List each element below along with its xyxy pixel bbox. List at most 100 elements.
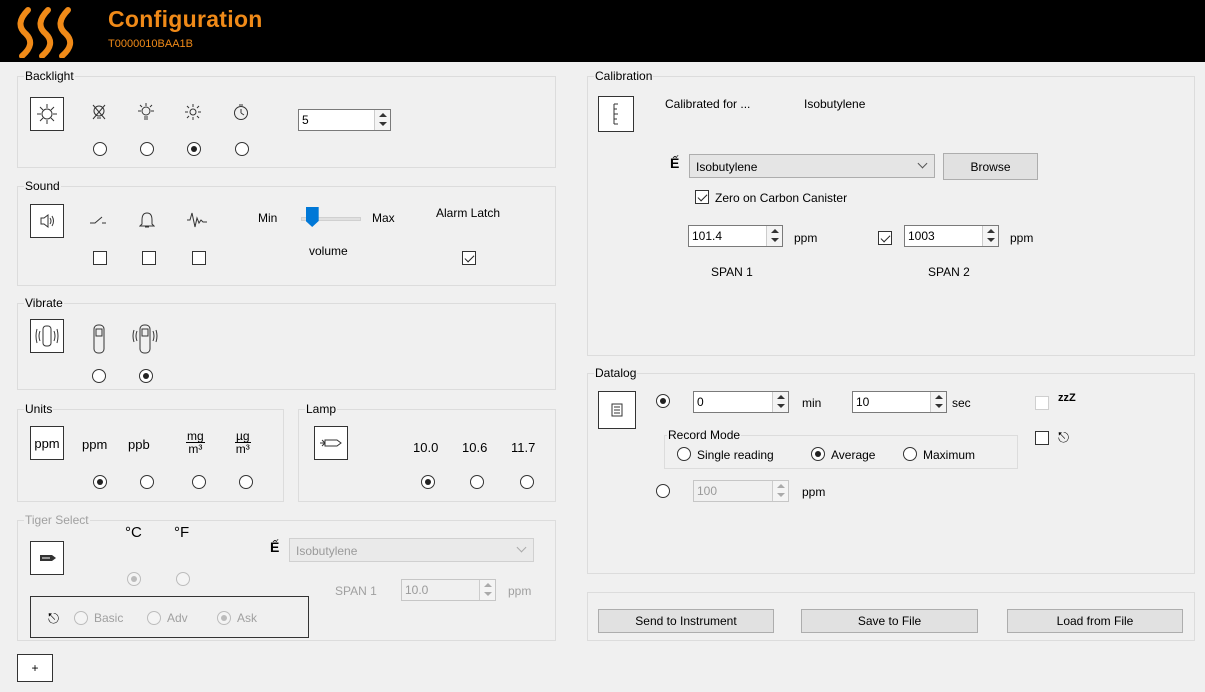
tiger-gas-combo[interactable]: Isobutylene [289,538,534,562]
backlight-button[interactable] [30,97,64,131]
datalog-interval-radio[interactable] [656,394,670,408]
save-to-file-button[interactable]: Save to File [801,609,978,633]
datalog-min-value: 0 [697,395,704,409]
info-icon: ⎋ [1058,429,1070,445]
datalog-threshold-radio[interactable] [656,484,670,498]
span1-value: 101.4 [692,229,723,243]
serial-number: T0000010BAA1B [108,38,194,50]
datalog-min-unit: min [802,396,822,410]
backlight-label: Backlight [24,69,75,83]
header-bar: Configuration T0000010BAA1B [0,0,1205,62]
datalog-sec-stepper[interactable]: 10 [852,391,947,413]
mode-adv-label: Adv [167,611,188,625]
datalog-min-stepper[interactable]: 0 [693,391,789,413]
datalog-sec-unit: sec [952,396,971,410]
sound-checkbox-bell[interactable] [142,251,156,265]
units-group: Units ppm ppm ppb mg m³ µg m³ [17,402,284,502]
volume-slider-thumb[interactable] [305,207,319,227]
record-average-label: Average [831,448,876,462]
record-mode-label: Record Mode [667,428,742,442]
lamp-radio-10-6[interactable] [470,475,484,489]
fahrenheit-radio[interactable] [176,572,190,586]
browse-button[interactable]: Browse [943,153,1038,180]
fahrenheit-label: °F [174,524,190,541]
page-title: Configuration [108,6,263,32]
sound-group: Sound Min Max volume Alarm Latch [17,179,556,286]
unit-radio-ppm[interactable] [93,475,107,489]
calibration-icon [613,103,618,125]
tiger-select-label: Tiger Select [24,513,90,527]
unit-radio-ug[interactable] [239,475,253,489]
sound-label: Sound [24,179,61,193]
actions-group: Send to Instrument Save to File Load fro… [587,592,1195,641]
units-label: Units [24,402,54,416]
tiger-span1-stepper[interactable]: 10.0 [401,579,496,601]
zero-carbon-checkbox[interactable] [695,190,709,204]
volume-max-label: Max [372,211,395,225]
sleep-icon: zzZ [1058,392,1076,404]
lamp-radio-11-7[interactable] [520,475,534,489]
record-maximum-radio[interactable] [903,447,917,461]
add-button[interactable]: + [17,654,53,682]
sleep-checkbox[interactable] [1035,396,1049,410]
vibrate-radio-on[interactable] [139,369,153,383]
alarm-latch-checkbox[interactable] [462,251,476,265]
datalog-button[interactable] [598,391,636,429]
unit-radio-ppb[interactable] [140,475,154,489]
send-to-instrument-button[interactable]: Send to Instrument [598,609,774,633]
backlight-radio-on[interactable] [140,142,154,156]
calibration-gas-combo[interactable]: Isobutylene [689,154,935,178]
units-button[interactable]: ppm [30,426,64,460]
heat-waves-logo [17,7,74,58]
mode-radio-basic[interactable] [74,611,88,625]
backlight-radio-auto[interactable] [187,142,201,156]
vibrate-button[interactable] [30,319,64,353]
sound-checkbox-wave[interactable] [192,251,206,265]
span2-checkbox[interactable] [878,231,892,245]
spin-arrows[interactable] [982,226,998,246]
tiger-span1-unit: ppm [508,584,532,598]
vibrate-radio-off[interactable] [92,369,106,383]
datalog-info-checkbox[interactable] [1035,431,1049,445]
celsius-radio[interactable] [127,572,141,586]
unit-mg-den: m³ [188,442,203,456]
backlight-on-icon [135,101,157,123]
backlight-radio-timer[interactable] [235,142,249,156]
tiger-button[interactable] [30,541,64,575]
datalog-group: Datalog 0 min 10 sec zzZ ⎋ Record Mode S… [587,366,1195,574]
span1-stepper[interactable]: 101.4 [688,225,783,247]
spin-arrows[interactable] [374,110,390,130]
gas-cylinder-icon: Ế [670,155,680,171]
sound-checkbox-click[interactable] [93,251,107,265]
mode-radio-adv[interactable] [147,611,161,625]
sound-button[interactable] [30,204,64,238]
speaker-icon [40,214,54,228]
spin-arrows[interactable] [930,392,946,412]
mode-basic-label: Basic [94,611,124,625]
lamp-label: Lamp [305,402,338,416]
span2-stepper[interactable]: 1003 [904,225,999,247]
record-single-radio[interactable] [677,447,691,461]
backlight-timeout-stepper[interactable]: 5 [298,109,391,131]
backlight-radio-off[interactable] [93,142,107,156]
datalog-threshold-stepper[interactable]: 100 [693,480,789,502]
span1-unit: ppm [794,231,818,245]
mode-radio-ask[interactable] [217,611,231,625]
lamp-radio-10-0[interactable] [421,475,435,489]
spin-arrows[interactable] [772,392,788,412]
lamp-button[interactable] [314,426,348,460]
lamp-10-6: 10.6 [462,440,488,455]
unit-radio-mg[interactable] [192,475,206,489]
load-from-file-button[interactable]: Load from File [1007,609,1183,633]
calibrated-for-label: Calibrated for ... [665,97,751,111]
spin-arrows[interactable] [766,226,782,246]
unit-ppb: ppb [128,437,150,452]
record-average-radio[interactable] [811,447,825,461]
spin-arrows[interactable] [479,580,495,600]
calibration-button[interactable] [598,96,634,132]
spin-arrows[interactable] [772,481,788,501]
calibration-label: Calibration [594,69,654,83]
span2-label: SPAN 2 [928,265,970,279]
unit-ppm: ppm [82,437,108,452]
gas-cylinder-icon: Ế [270,539,280,555]
